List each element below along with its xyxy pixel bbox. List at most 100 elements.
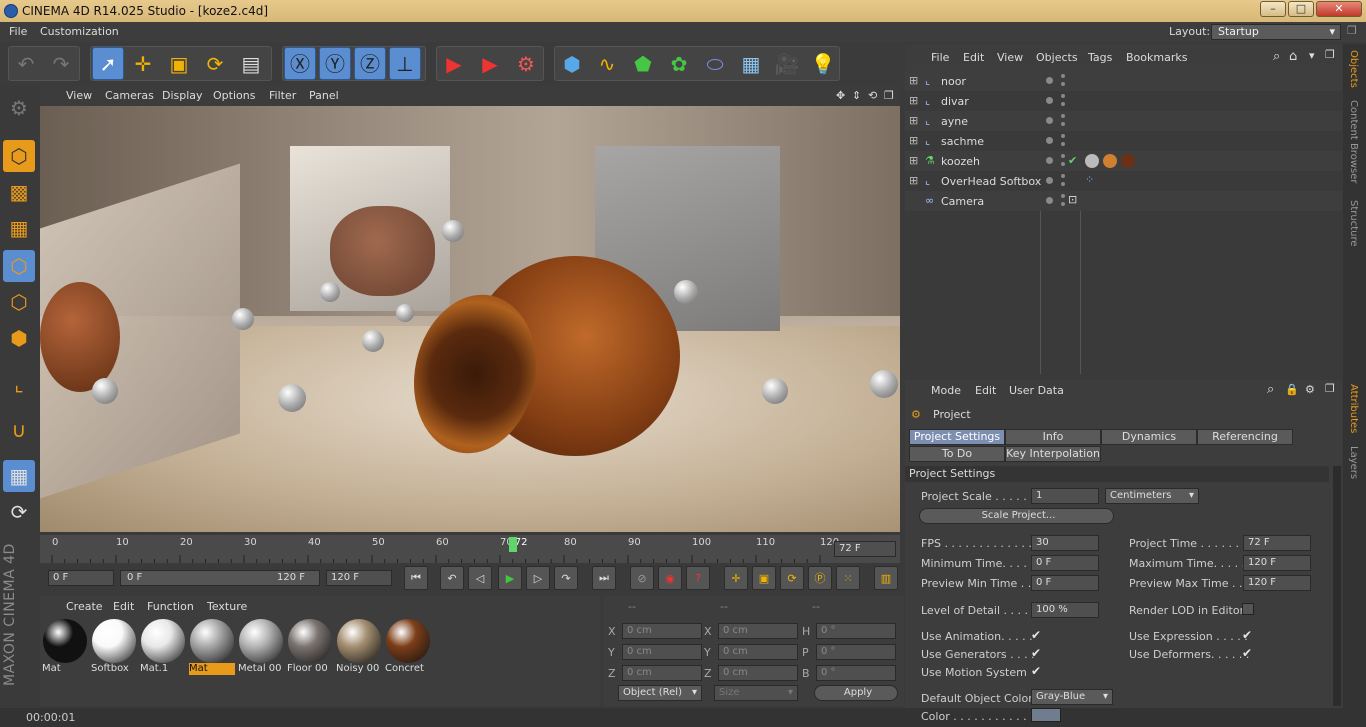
tab-to-do[interactable]: To Do bbox=[909, 446, 1005, 462]
chevron-down-icon[interactable]: ▾ bbox=[1309, 49, 1315, 62]
y-axis-icon[interactable]: Ⓨ bbox=[319, 47, 351, 80]
settings-icon[interactable]: ⚙ bbox=[1305, 383, 1315, 396]
scale-unit-select[interactable]: Centimeters ▾ bbox=[1105, 488, 1199, 504]
next-frame-icon[interactable]: ▷ bbox=[526, 566, 550, 590]
use-expression-checkbox[interactable]: ✔ bbox=[1242, 629, 1254, 641]
side-tab-objects[interactable]: Objects bbox=[1348, 50, 1359, 88]
coord-field[interactable]: 0 cm bbox=[718, 623, 798, 639]
viewport-render[interactable] bbox=[40, 106, 900, 532]
render-visibility-dots[interactable] bbox=[1061, 174, 1065, 186]
current-frame-field[interactable]: 72 F bbox=[834, 541, 896, 557]
object-row[interactable]: ⊞ ⚗ koozeh ✔ bbox=[905, 151, 1342, 171]
render-visibility-dots[interactable] bbox=[1061, 114, 1065, 126]
redo-icon[interactable]: ↷ bbox=[45, 47, 77, 80]
render-view-icon[interactable]: ▶ bbox=[438, 47, 470, 80]
array-icon[interactable]: ✿ bbox=[663, 47, 695, 80]
maximize-button[interactable]: □ bbox=[1288, 1, 1314, 17]
viewport-maximize-icon[interactable]: ❐ bbox=[884, 89, 894, 102]
attr-menu-mode[interactable]: Mode bbox=[931, 384, 961, 397]
move-tool-icon[interactable]: ✛ bbox=[127, 47, 159, 80]
x-axis-icon[interactable]: Ⓧ bbox=[284, 47, 316, 80]
menu-file[interactable]: File bbox=[9, 25, 27, 38]
expand-icon[interactable]: ⊞ bbox=[909, 114, 918, 127]
scale-tool-icon[interactable]: ▣ bbox=[163, 47, 195, 80]
object-row[interactable]: ⊞ ⌞ divar bbox=[905, 91, 1342, 111]
light-icon[interactable]: 💡 bbox=[807, 47, 839, 80]
viewport-menu-display[interactable]: Display bbox=[162, 89, 203, 102]
key-rotation-icon[interactable]: ⟳ bbox=[780, 566, 804, 590]
panel-maximize-icon[interactable]: ❐ bbox=[1325, 382, 1335, 395]
expand-icon[interactable]: ⊞ bbox=[909, 134, 918, 147]
coord-field[interactable]: 0 ° bbox=[816, 623, 896, 639]
material-item[interactable]: Noisy 00 bbox=[336, 618, 382, 674]
coord-mode-select[interactable]: Object (Rel) ▾ bbox=[618, 685, 702, 701]
home-icon[interactable]: ⌂ bbox=[1289, 49, 1297, 64]
lod-field[interactable]: 100 % bbox=[1031, 602, 1099, 618]
material-menu-texture[interactable]: Texture bbox=[207, 600, 247, 613]
side-tab-content-browser[interactable]: Content Browser bbox=[1348, 100, 1359, 183]
tag-icon[interactable]: ⁘ bbox=[1085, 173, 1094, 186]
previous-key-icon[interactable]: ↶ bbox=[440, 566, 464, 590]
object-row[interactable]: ⊞ ⌞ sachme bbox=[905, 131, 1342, 151]
timeline-ruler[interactable]: 0 10 20 30 40 50 60 70 72 80 90 100 110 120 72 F bbox=[40, 535, 900, 563]
protection-tag-icon[interactable]: ⊡ bbox=[1068, 193, 1077, 206]
workplane-mode-icon[interactable]: ▦ bbox=[3, 212, 35, 244]
object-row[interactable]: ⊞ ⌞ ayne bbox=[905, 111, 1342, 131]
preview-min-field[interactable]: 0 F bbox=[1031, 575, 1099, 591]
attr-menu-user-data[interactable]: User Data bbox=[1009, 384, 1064, 397]
current-frame-marker[interactable] bbox=[508, 537, 517, 552]
material-menu-create[interactable]: Create bbox=[66, 600, 103, 613]
key-pla-icon[interactable]: ⁙ bbox=[836, 566, 860, 590]
viewport-menu-filter[interactable]: Filter bbox=[269, 89, 296, 102]
polygons-mode-icon[interactable]: ⬢ bbox=[3, 322, 35, 354]
coord-field[interactable]: 0 cm bbox=[622, 623, 702, 639]
material-item[interactable]: Floor 00 bbox=[287, 618, 333, 674]
texture-mode-icon[interactable]: ▩ bbox=[3, 176, 35, 208]
scale-project-button[interactable]: Scale Project... bbox=[919, 508, 1114, 524]
restore-layout-icon[interactable]: ❐ bbox=[1347, 24, 1357, 37]
render-visibility-dots[interactable] bbox=[1061, 154, 1065, 166]
material-tag-icon[interactable] bbox=[1085, 154, 1099, 168]
object-row[interactable]: ∞ Camera ⊡ bbox=[905, 191, 1342, 211]
enabled-check-icon[interactable]: ✔ bbox=[1068, 154, 1077, 167]
rotate-tool-icon[interactable]: ⟳ bbox=[199, 47, 231, 80]
key-position-icon[interactable]: ✛ bbox=[724, 566, 748, 590]
expand-icon[interactable]: ⊞ bbox=[909, 94, 918, 107]
max-time-field[interactable]: 120 F bbox=[1243, 555, 1311, 571]
play-icon[interactable]: ▶ bbox=[498, 566, 522, 590]
side-tab-attributes[interactable]: Attributes bbox=[1348, 384, 1359, 433]
obj-menu-file[interactable]: File bbox=[931, 51, 949, 64]
z-axis-icon[interactable]: Ⓩ bbox=[354, 47, 386, 80]
default-object-color-select[interactable]: Gray-Blue ▾ bbox=[1031, 689, 1113, 705]
obj-menu-tags[interactable]: Tags bbox=[1088, 51, 1112, 64]
coord-field[interactable]: 0 ° bbox=[816, 665, 896, 681]
color-swatch[interactable] bbox=[1031, 708, 1061, 722]
timeline-window-icon[interactable]: ▥ bbox=[874, 566, 898, 590]
tab-referencing[interactable]: Referencing bbox=[1197, 429, 1293, 445]
visibility-dot[interactable] bbox=[1046, 77, 1053, 84]
render-lod-checkbox[interactable] bbox=[1242, 603, 1254, 615]
material-item[interactable]: Mat bbox=[189, 618, 235, 675]
panel-maximize-icon[interactable]: ❐ bbox=[1325, 48, 1335, 61]
project-scale-field[interactable]: 1 bbox=[1031, 488, 1099, 504]
menu-customization[interactable]: Customization bbox=[40, 25, 119, 38]
go-to-start-icon[interactable]: ⏮ bbox=[404, 566, 428, 590]
cube-icon[interactable]: ⬢ bbox=[556, 47, 588, 80]
min-time-field[interactable]: 0 F bbox=[1031, 555, 1099, 571]
obj-menu-edit[interactable]: Edit bbox=[963, 51, 984, 64]
coord-field[interactable]: 0 ° bbox=[816, 644, 896, 660]
preview-max-field[interactable]: 120 F bbox=[1243, 575, 1311, 591]
select-tool-icon[interactable]: ➚ bbox=[92, 47, 124, 80]
apply-button[interactable]: Apply bbox=[814, 685, 898, 701]
workplane-lock-icon[interactable]: ▦ bbox=[3, 460, 35, 492]
render-picture-viewer-icon[interactable]: ▶ bbox=[474, 47, 506, 80]
visibility-dot[interactable] bbox=[1046, 177, 1053, 184]
key-parameter-icon[interactable]: Ⓟ bbox=[808, 566, 832, 590]
material-tag-icon[interactable] bbox=[1121, 154, 1135, 168]
material-item[interactable]: Concret bbox=[385, 618, 431, 674]
tab-info[interactable]: Info bbox=[1005, 429, 1101, 445]
key-scale-icon[interactable]: ▣ bbox=[752, 566, 776, 590]
tab-dynamics[interactable]: Dynamics bbox=[1101, 429, 1197, 445]
points-mode-icon[interactable]: ⬡ bbox=[3, 250, 35, 282]
obj-menu-view[interactable]: View bbox=[997, 51, 1023, 64]
